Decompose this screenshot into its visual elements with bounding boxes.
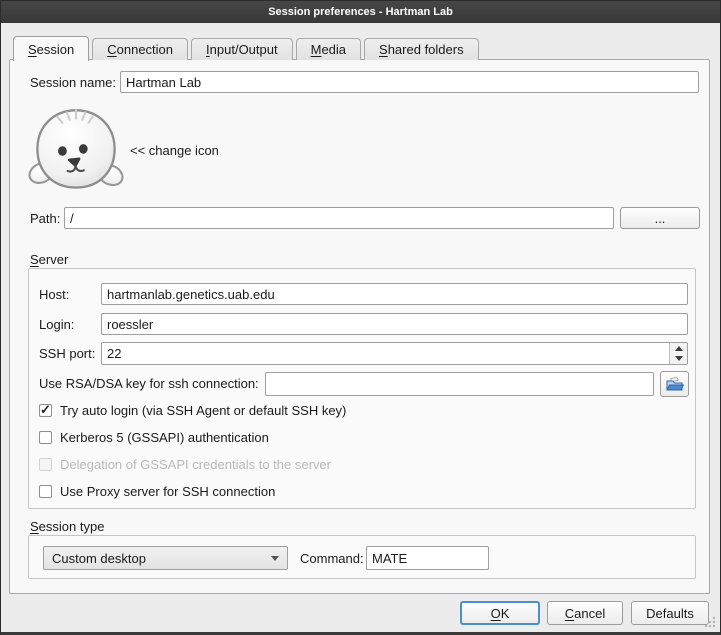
session-type-selected: Custom desktop xyxy=(52,551,265,566)
tab-connection-label: Connection xyxy=(107,42,173,57)
host-label: Host: xyxy=(39,287,69,302)
path-label: Path: xyxy=(30,211,60,226)
tab-media-label: Media xyxy=(311,42,346,57)
login-label: Login: xyxy=(39,317,74,332)
folder-open-icon xyxy=(666,377,684,392)
tab-session[interactable]: Session xyxy=(13,36,89,61)
tab-input-output-label: Input/Output xyxy=(206,42,278,57)
cancel-button-label: Cancel xyxy=(565,606,605,621)
checkbox-box[interactable]: ✓ xyxy=(39,431,52,444)
session-type-group-label: Session type xyxy=(30,519,104,534)
session-name-input[interactable] xyxy=(120,71,699,93)
checkbox-box[interactable]: ✓ xyxy=(39,485,52,498)
spin-up-icon xyxy=(675,346,683,351)
path-input[interactable] xyxy=(64,207,614,229)
browse-path-button[interactable]: ... xyxy=(620,207,700,229)
ssh-port-spinner xyxy=(101,342,688,365)
window-titlebar[interactable]: Session preferences - Hartman Lab xyxy=(1,1,720,23)
session-name-label: Session name: xyxy=(30,75,116,90)
host-input[interactable] xyxy=(101,283,688,305)
tab-session-label: Session xyxy=(28,42,74,57)
session-preferences-dialog: Session preferences - Hartman Lab Sessio… xyxy=(0,0,721,635)
checkmark-icon: ✓ xyxy=(40,402,51,418)
tab-shared-folders[interactable]: Shared folders xyxy=(364,38,479,60)
session-tab-page: Session name: < xyxy=(9,59,710,594)
server-group-frame: Host: Login: SSH port: Use RSA/DSA key f… xyxy=(28,268,696,509)
checkbox-kerberos-label: Kerberos 5 (GSSAPI) authentication xyxy=(60,430,269,445)
defaults-button[interactable]: Defaults xyxy=(631,601,709,625)
tab-media[interactable]: Media xyxy=(296,38,361,60)
session-icon-button[interactable] xyxy=(28,108,124,194)
spin-down-button[interactable] xyxy=(670,354,687,365)
defaults-button-label: Defaults xyxy=(646,606,694,621)
session-type-dropdown[interactable]: Custom desktop xyxy=(43,546,288,570)
server-group-label: Server xyxy=(30,252,68,267)
window-title: Session preferences - Hartman Lab xyxy=(268,6,453,18)
checkbox-auto-login-label: Try auto login (via SSH Agent or default… xyxy=(60,403,346,418)
seal-icon xyxy=(28,108,124,194)
ok-button-label: OK xyxy=(491,606,510,621)
checkbox-auto-login[interactable]: ✓ Try auto login (via SSH Agent or defau… xyxy=(39,402,346,418)
spin-down-icon xyxy=(675,356,683,361)
ssh-port-label: SSH port: xyxy=(39,346,95,361)
login-input[interactable] xyxy=(101,313,688,335)
cancel-button[interactable]: Cancel xyxy=(547,601,623,625)
tab-shared-folders-label: Shared folders xyxy=(379,42,464,57)
rsa-key-label: Use RSA/DSA key for ssh connection: xyxy=(39,376,259,391)
browse-path-label: ... xyxy=(655,211,666,226)
change-icon-label: << change icon xyxy=(130,143,219,158)
session-type-group-frame: Custom desktop Command: xyxy=(28,535,696,579)
ssh-port-input[interactable] xyxy=(101,342,688,365)
tab-input-output[interactable]: Input/Output xyxy=(191,38,293,60)
checkbox-proxy[interactable]: ✓ Use Proxy server for SSH connection xyxy=(39,483,275,499)
rsa-key-input[interactable] xyxy=(265,372,654,396)
checkbox-box: ✓ xyxy=(39,458,52,471)
tab-connection[interactable]: Connection xyxy=(92,38,188,60)
checkbox-kerberos[interactable]: ✓ Kerberos 5 (GSSAPI) authentication xyxy=(39,429,269,445)
resize-grip[interactable] xyxy=(703,615,716,628)
checkbox-gssapi-delegation: ✓ Delegation of GSSAPI credentials to th… xyxy=(39,456,331,472)
browse-key-button[interactable] xyxy=(660,371,689,397)
tab-bar: Session Connection Input/Output Media Sh… xyxy=(13,36,482,60)
command-input[interactable] xyxy=(366,546,489,570)
checkbox-box[interactable]: ✓ xyxy=(39,404,52,417)
chevron-down-icon xyxy=(271,556,279,561)
ssh-port-spin-buttons xyxy=(669,343,687,364)
checkbox-gssapi-delegation-label: Delegation of GSSAPI credentials to the … xyxy=(60,457,331,472)
ok-button[interactable]: OK xyxy=(460,601,540,625)
spin-up-button[interactable] xyxy=(670,343,687,354)
checkbox-proxy-label: Use Proxy server for SSH connection xyxy=(60,484,275,499)
command-label: Command: xyxy=(300,551,364,566)
